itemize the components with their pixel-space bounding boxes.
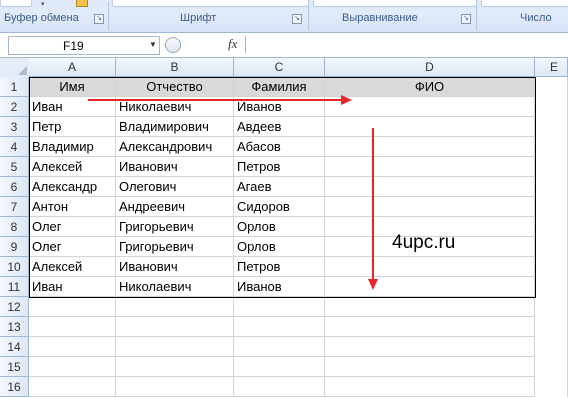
expand-formula-handle[interactable]: [165, 37, 181, 53]
format-painter-icon[interactable]: [76, 0, 88, 7]
group-separator: [308, 2, 309, 30]
vertical-arrow-icon: [368, 128, 378, 290]
alignment-controls[interactable]: [313, 0, 477, 7]
name-box[interactable]: F19 ▼: [8, 36, 160, 55]
ribbon: ▾ Буфер обмена ↘ Шрифт ↘ Выравнивание ↘ …: [0, 0, 568, 33]
group-separator: [108, 2, 109, 30]
chevron-down-icon[interactable]: ▼: [149, 40, 157, 49]
worksheet-grid: A B C D E 1 2 3 4 5 6 7 8 9 10 11 12 13 …: [0, 58, 568, 398]
name-box-value: F19: [63, 39, 84, 53]
group-separator: [476, 2, 477, 30]
group-label-number: Число: [520, 12, 552, 24]
ribbon-button[interactable]: [0, 0, 32, 7]
group-label-clipboard: Буфер обмена: [4, 12, 79, 24]
dialog-launcher-icon[interactable]: ↘: [292, 14, 302, 24]
annotation-arrows: [88, 95, 378, 290]
formula-input[interactable]: [245, 36, 568, 53]
formula-bar: F19 ▼ fx: [0, 33, 568, 58]
insert-function-icon[interactable]: fx: [228, 36, 237, 52]
font-controls[interactable]: [112, 0, 309, 7]
horizontal-arrow-icon: [88, 95, 352, 105]
dialog-launcher-icon[interactable]: ↘: [94, 14, 104, 24]
number-controls[interactable]: [481, 0, 568, 7]
dropdown-arrow-icon[interactable]: ▾: [41, 0, 45, 8]
dialog-launcher-icon[interactable]: ↘: [461, 14, 471, 24]
group-label-font: Шрифт: [180, 12, 217, 24]
group-label-alignment: Выравнивание: [342, 12, 418, 24]
